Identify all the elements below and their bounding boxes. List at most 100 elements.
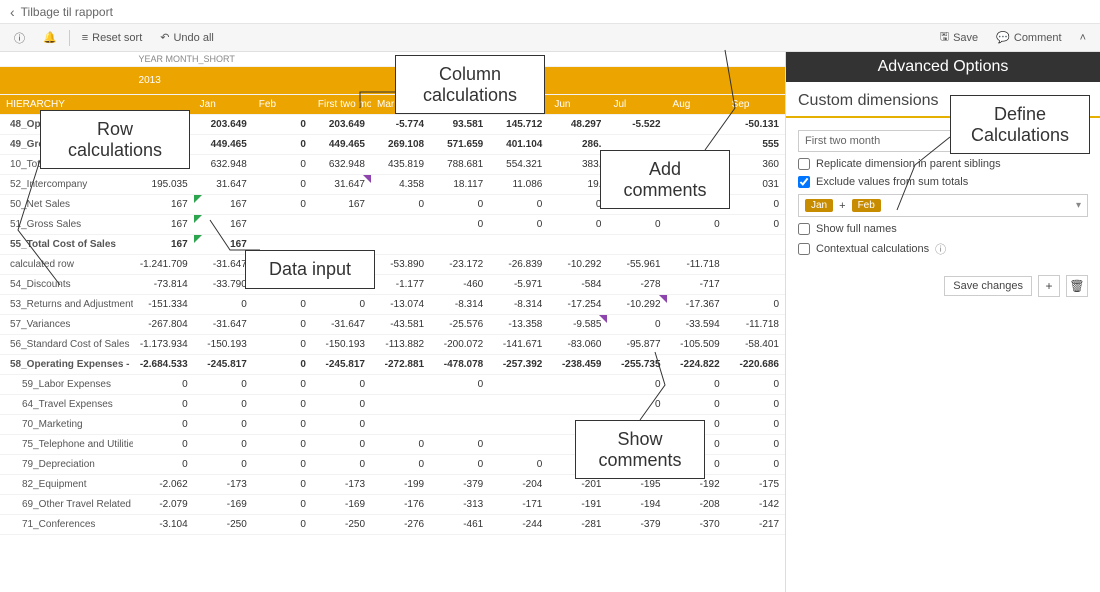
data-cell[interactable]: -11.718 — [726, 315, 785, 335]
data-cell[interactable]: 0 — [133, 455, 194, 475]
data-cell[interactable]: 0 — [607, 315, 666, 335]
data-cell[interactable]: 0 — [312, 375, 371, 395]
data-cell[interactable]: 0 — [133, 375, 194, 395]
table-row[interactable]: 69_Other Travel Related-2.079-1690-169-1… — [0, 495, 785, 515]
data-cell[interactable]: -13.074 — [371, 295, 430, 315]
table-row[interactable]: 54_Discounts-73.814-33.790-1.177-460-5.9… — [0, 275, 785, 295]
data-cell[interactable]: -281 — [548, 515, 607, 535]
data-cell[interactable]: -171 — [489, 495, 548, 515]
data-cell[interactable] — [489, 415, 548, 435]
data-cell[interactable]: 0 — [253, 415, 312, 435]
data-cell[interactable]: -370 — [667, 515, 726, 535]
data-cell[interactable]: -83.060 — [548, 335, 607, 355]
data-cell[interactable]: -2.062 — [133, 475, 194, 495]
data-cell[interactable]: 0 — [607, 395, 666, 415]
data-cell[interactable]: -10.292 — [607, 295, 666, 315]
data-cell[interactable]: -204 — [489, 475, 548, 495]
data-cell[interactable]: 401.104 — [489, 135, 548, 155]
data-cell[interactable]: 0 — [194, 455, 253, 475]
data-cell[interactable]: 0 — [194, 415, 253, 435]
data-cell[interactable]: 0 — [667, 395, 726, 415]
column-header[interactable]: Sep — [726, 95, 785, 115]
data-cell[interactable]: -200.072 — [430, 335, 489, 355]
contextual-checkbox-row[interactable]: Contextual calculations ⓘ — [798, 241, 1088, 257]
data-cell[interactable]: 0 — [253, 155, 312, 175]
column-header[interactable]: Aug — [667, 95, 726, 115]
data-cell[interactable]: 0 — [253, 515, 312, 535]
data-cell[interactable]: 203.649 — [194, 115, 253, 135]
table-row[interactable]: 57_Variances-267.804-31.6470-31.647-43.5… — [0, 315, 785, 335]
delete-button[interactable]: 🗑 — [1066, 275, 1088, 297]
data-cell[interactable]: -31.647 — [194, 315, 253, 335]
data-cell[interactable]: -5.774 — [371, 115, 430, 135]
data-cell[interactable]: -31.647 — [194, 255, 253, 275]
table-row[interactable]: 71_Conferences-3.104-2500-250-276-461-24… — [0, 515, 785, 535]
data-cell[interactable]: 48.297 — [548, 115, 607, 135]
data-cell[interactable]: -151.334 — [133, 295, 194, 315]
data-cell[interactable]: -1.177 — [371, 275, 430, 295]
table-row[interactable]: 64_Travel Expenses0000000 — [0, 395, 785, 415]
data-cell[interactable]: -478.078 — [430, 355, 489, 375]
data-cell[interactable]: -379 — [607, 515, 666, 535]
data-cell[interactable]: -169 — [312, 495, 371, 515]
data-cell[interactable]: 167 — [133, 195, 194, 215]
data-cell[interactable]: 0 — [726, 455, 785, 475]
data-cell[interactable]: 0 — [726, 375, 785, 395]
data-cell[interactable]: 0 — [253, 455, 312, 475]
fullnames-checkbox-row[interactable]: Show full names — [798, 223, 1088, 235]
data-cell[interactable]: 554.321 — [489, 155, 548, 175]
data-cell[interactable]: 0 — [726, 295, 785, 315]
data-cell[interactable]: 0 — [726, 415, 785, 435]
data-cell[interactable]: 435.819 — [371, 155, 430, 175]
data-cell[interactable]: -379 — [430, 475, 489, 495]
data-cell[interactable]: 383. — [548, 155, 607, 175]
data-cell[interactable]: -23.172 — [430, 255, 489, 275]
data-cell[interactable]: -460 — [430, 275, 489, 295]
data-cell[interactable]: 167 — [194, 235, 253, 255]
data-cell[interactable]: -33.594 — [667, 315, 726, 335]
data-cell[interactable]: 0 — [253, 375, 312, 395]
data-cell[interactable]: 203.649 — [312, 115, 371, 135]
data-cell[interactable] — [667, 235, 726, 255]
data-cell[interactable]: 0 — [430, 375, 489, 395]
data-cell[interactable]: 195.035 — [133, 175, 194, 195]
data-cell[interactable]: 0 — [253, 475, 312, 495]
data-cell[interactable]: 449.465 — [194, 135, 253, 155]
data-cell[interactable]: 167 — [133, 235, 194, 255]
data-cell[interactable]: 0 — [371, 435, 430, 455]
replicate-checkbox-row[interactable]: Replicate dimension in parent siblings — [798, 158, 1088, 170]
data-cell[interactable]: 0 — [726, 215, 785, 235]
data-cell[interactable]: -245.817 — [194, 355, 253, 375]
data-cell[interactable]: 0 — [133, 395, 194, 415]
data-cell[interactable]: -17.367 — [667, 295, 726, 315]
data-cell[interactable]: -55.961 — [607, 255, 666, 275]
data-cell[interactable]: -113.882 — [371, 335, 430, 355]
data-cell[interactable] — [548, 395, 607, 415]
data-cell[interactable] — [489, 235, 548, 255]
data-cell[interactable] — [489, 395, 548, 415]
data-cell[interactable]: -1.173.934 — [133, 335, 194, 355]
data-cell[interactable]: 4.358 — [371, 175, 430, 195]
table-row[interactable]: calculated row-1.241.709-31.647-53.890-2… — [0, 255, 785, 275]
data-cell[interactable]: -8.314 — [489, 295, 548, 315]
data-cell[interactable]: 11.086 — [489, 175, 548, 195]
data-cell[interactable]: -8.314 — [430, 295, 489, 315]
exclude-checkbox[interactable] — [798, 176, 810, 188]
data-cell[interactable]: -5.522 — [607, 115, 666, 135]
data-cell[interactable]: 0 — [253, 115, 312, 135]
save-button[interactable]: 🖫 Save — [934, 26, 984, 49]
data-cell[interactable]: 0 — [312, 415, 371, 435]
data-cell[interactable]: -150.193 — [194, 335, 253, 355]
data-cell[interactable] — [253, 215, 312, 235]
data-cell[interactable]: 0 — [194, 435, 253, 455]
reset-sort-button[interactable]: ≡ Reset sort — [76, 30, 149, 46]
data-cell[interactable]: 632.948 — [194, 155, 253, 175]
data-cell[interactable]: 0 — [489, 195, 548, 215]
formula-tag-jan[interactable]: Jan — [805, 199, 833, 212]
data-cell[interactable]: 0 — [133, 415, 194, 435]
data-cell[interactable]: -194 — [607, 495, 666, 515]
data-cell[interactable]: 0 — [667, 215, 726, 235]
info-icon[interactable]: ⓘ — [8, 28, 31, 48]
data-cell[interactable]: 788.681 — [430, 155, 489, 175]
data-cell[interactable]: -3.104 — [133, 515, 194, 535]
